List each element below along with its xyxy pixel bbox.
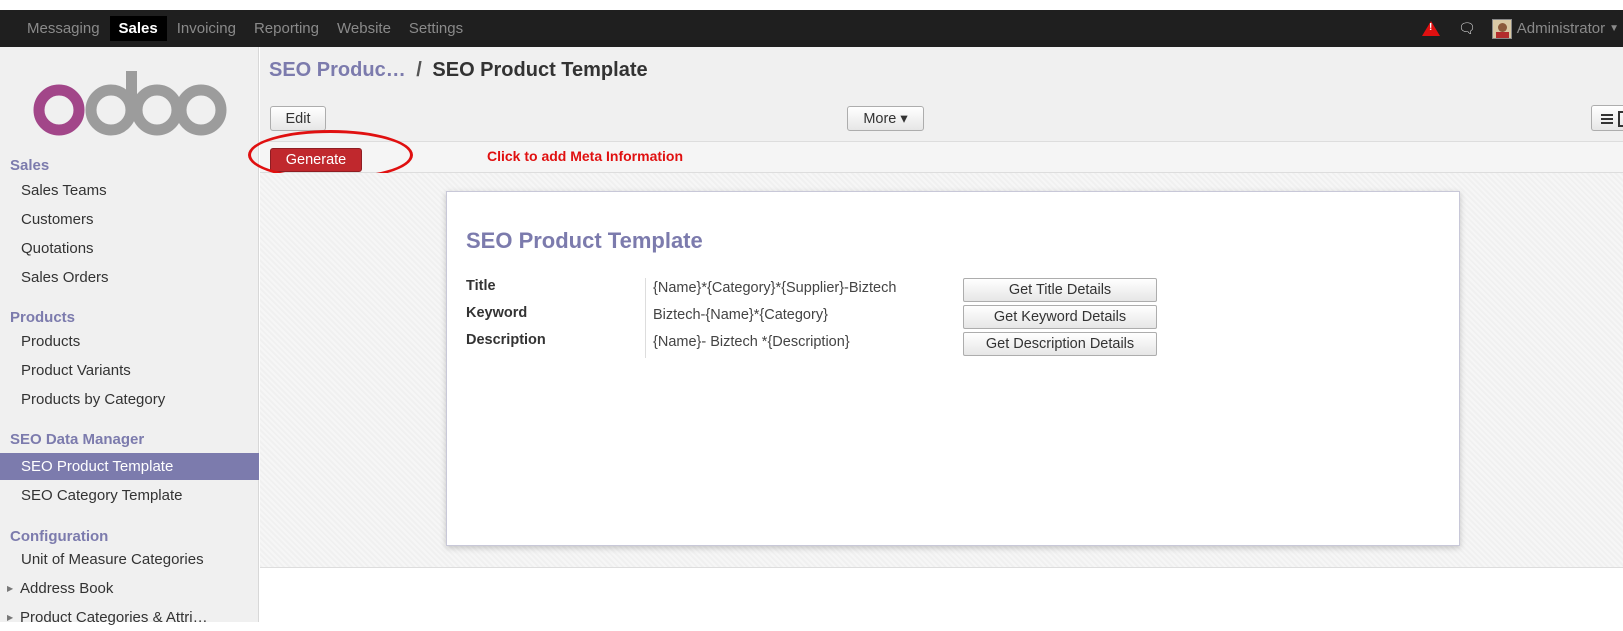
avatar[interactable] [1491,18,1512,39]
menu-reporting[interactable]: Reporting [245,10,328,47]
sidebar-section-configuration: Configuration [10,528,109,545]
menu-settings[interactable]: Settings [400,10,472,47]
sidebar-item-sales-orders[interactable]: Sales Orders [0,264,259,291]
annotation-callout: Click to add Meta Information [487,148,684,164]
sidebar-item-label: Product Categories & Attri… [20,609,208,626]
user-area: 🗨 Administrator ▼ [1421,10,1623,47]
sidebar-item-uom-categories[interactable]: Unit of Measure Categories [0,546,259,573]
breadcrumb: SEO Produc… / SEO Product Template [269,59,648,82]
more-dropdown-button[interactable]: More ▾ [847,106,924,131]
top-menu: Messaging Sales Invoicing Reporting Webs… [18,10,472,47]
expand-triangle-icon: ▶ [7,613,14,622]
description-value: {Name}- Biztech *{Description} [653,334,850,350]
sidebar-section-seo-data-manager: SEO Data Manager [10,431,145,448]
top-navbar: Messaging Sales Invoicing Reporting Webs… [0,10,1623,47]
keyword-value: Biztech-{Name}*{Category} [653,307,828,323]
warning-icon[interactable] [1421,21,1440,36]
get-keyword-details-button[interactable]: Get Keyword Details [963,305,1157,329]
form-sheet: SEO Product Template Title {Name}*{Categ… [446,191,1460,546]
sidebar-item-quotations[interactable]: Quotations [0,235,259,262]
form-view-icon[interactable] [1618,111,1623,127]
sidebar-item-seo-category-template[interactable]: SEO Category Template [0,482,259,509]
sidebar-item-products-by-category[interactable]: Products by Category [0,386,259,413]
sidebar-section-sales: Sales [10,157,50,174]
field-divider [645,278,646,358]
list-view-icon[interactable] [1601,114,1613,116]
sidebar-item-customers[interactable]: Customers [0,206,259,233]
sidebar-item-seo-product-template[interactable]: SEO Product Template [0,453,259,480]
edit-button[interactable]: Edit [270,106,326,131]
menu-sales[interactable]: Sales [109,16,167,41]
keyword-label: Keyword [466,305,528,321]
chevron-down-icon[interactable]: ▼ [1609,23,1619,34]
get-description-details-button[interactable]: Get Description Details [963,332,1157,356]
sidebar-section-products: Products [10,309,76,326]
form-background: SEO Product Template Title {Name}*{Categ… [260,173,1623,568]
title-label: Title [466,278,496,294]
menu-invoicing[interactable]: Invoicing [168,10,245,47]
user-menu[interactable]: Administrator [1517,20,1605,37]
page-title: SEO Product Template [432,59,648,81]
sidebar-item-product-variants[interactable]: Product Variants [0,357,259,384]
sidebar: Sales Sales Teams Customers Quotations S… [0,47,259,626]
chat-icon[interactable]: 🗨 [1458,20,1476,37]
menu-messaging[interactable]: Messaging [18,10,109,47]
menu-website[interactable]: Website [328,10,400,47]
title-value: {Name}*{Category}*{Supplier}-Biztech [653,280,897,296]
get-title-details-button[interactable]: Get Title Details [963,278,1157,302]
control-panel: SEO Produc… / SEO Product Template Edit … [260,47,1623,141]
main-content: SEO Produc… / SEO Product Template Edit … [248,47,1623,622]
status-bar: Generate Click to add Meta Information [248,130,1623,180]
sidebar-item-address-book[interactable]: ▶ Address Book [0,575,259,602]
sidebar-item-product-categories[interactable]: ▶ Product Categories & Attri… [0,604,259,631]
sidebar-item-sales-teams[interactable]: Sales Teams [0,177,259,204]
description-label: Description [466,332,546,348]
expand-triangle-icon: ▶ [7,584,14,593]
form-title: SEO Product Template [466,228,703,253]
sidebar-item-products[interactable]: Products [0,328,259,355]
odoo-logo[interactable] [29,67,229,137]
view-switcher [1591,105,1623,131]
breadcrumb-separator: / [416,59,422,81]
sidebar-item-label: Address Book [20,580,114,597]
breadcrumb-parent-link[interactable]: SEO Produc… [269,59,406,81]
